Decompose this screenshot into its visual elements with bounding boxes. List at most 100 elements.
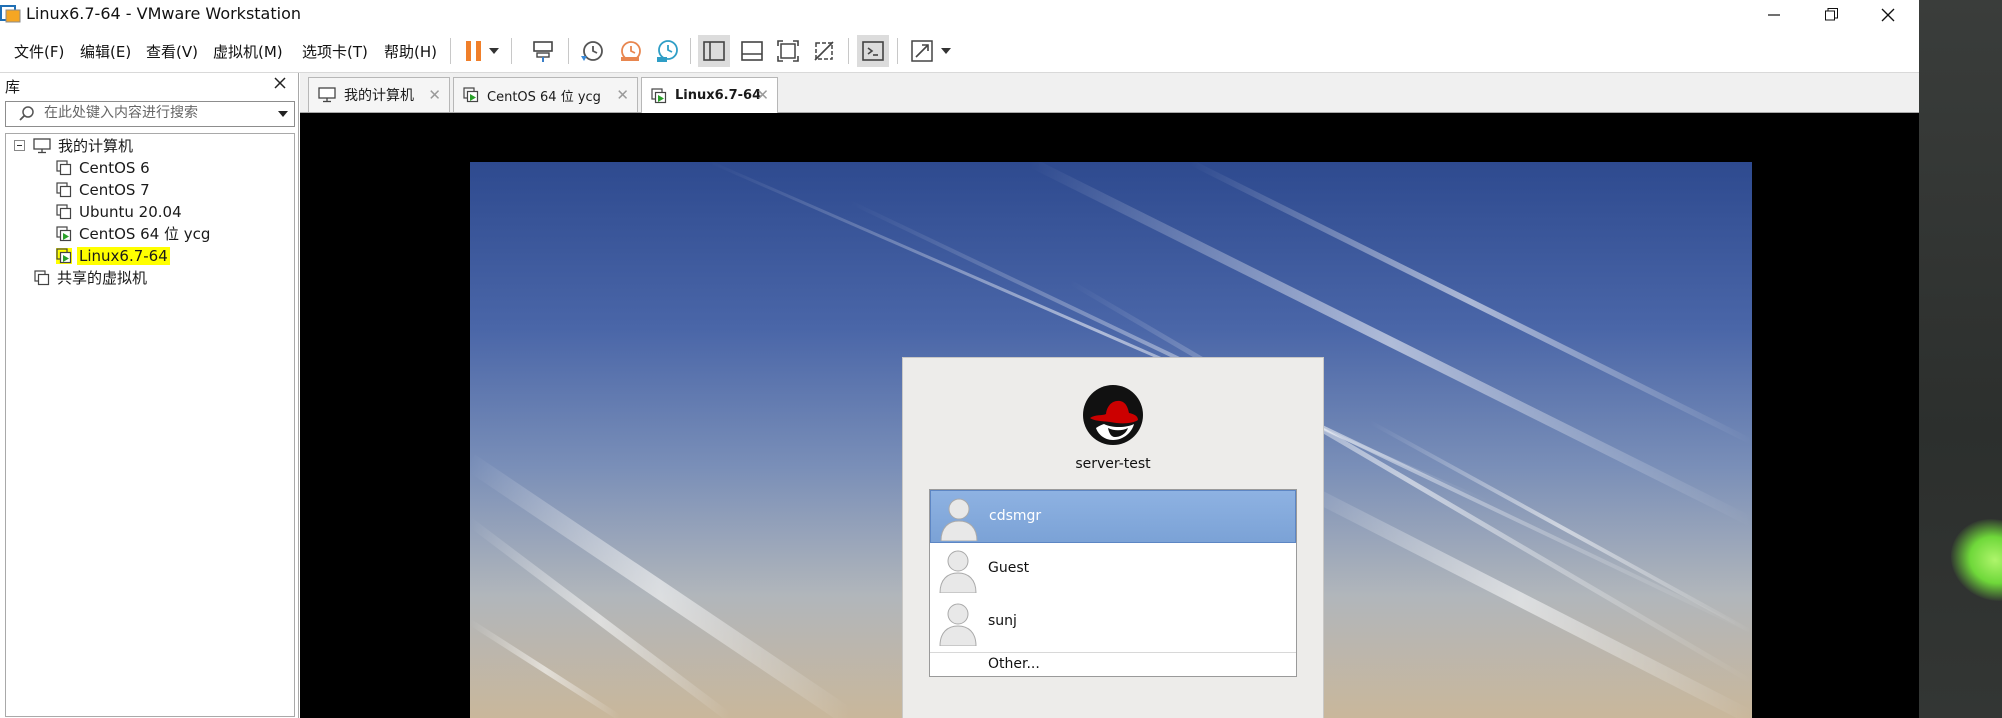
vmware-app-icon xyxy=(0,5,21,23)
minimize-button[interactable] xyxy=(1751,0,1797,29)
console-view-button[interactable] xyxy=(857,35,889,67)
close-icon xyxy=(1881,8,1895,21)
library-search-box xyxy=(5,101,295,127)
tree-item-vm[interactable]: CentOS 6 xyxy=(56,157,152,178)
minimize-icon xyxy=(1768,13,1780,16)
tab-linux67-active[interactable]: Linux6.7-64 ✕ xyxy=(641,77,778,113)
tab-close-button[interactable]: ✕ xyxy=(428,86,441,104)
user-name: sunj xyxy=(988,613,1017,629)
chevron-down-icon xyxy=(941,48,951,54)
tree-item-vm[interactable]: Ubuntu 20.04 xyxy=(56,201,184,222)
menu-tabs[interactable]: 选项卡(T) xyxy=(302,41,368,62)
tree-label: CentOS 6 xyxy=(79,158,150,177)
collapse-toggle-icon[interactable] xyxy=(14,140,25,151)
snapshot-button[interactable] xyxy=(576,35,608,67)
tree-item-vm-running[interactable]: CentOS 64 位 ycg xyxy=(56,223,212,244)
thumbnail-bar-button[interactable] xyxy=(736,35,768,67)
close-button[interactable] xyxy=(1865,0,1911,29)
user-name: cdsmgr xyxy=(989,508,1042,524)
pause-icon xyxy=(466,41,481,61)
login-dialog: server-test cdsmgr Guest sunj Other... xyxy=(902,357,1324,718)
tab-close-button[interactable]: ✕ xyxy=(616,86,629,104)
vmware-window: Linux6.7-64 - VMware Workstation 文件(F) 编… xyxy=(0,0,1919,718)
user-item-selected[interactable]: cdsmgr xyxy=(930,490,1296,543)
tree-node-my-computer[interactable]: 我的计算机 xyxy=(14,135,135,156)
chevron-down-icon[interactable] xyxy=(278,111,288,117)
title-bar: Linux6.7-64 - VMware Workstation xyxy=(0,0,1919,29)
unity-icon xyxy=(814,41,834,61)
chevron-down-icon xyxy=(489,48,499,54)
tab-centos-ycg[interactable]: CentOS 64 位 ycg ✕ xyxy=(453,77,638,112)
tree-label: CentOS 64 位 ycg xyxy=(79,225,211,243)
library-panel: 库 我的计算机 CentOS 6 CentOS 7 xyxy=(0,73,299,718)
tree-label: CentOS 7 xyxy=(79,180,150,199)
full-screen-button[interactable] xyxy=(772,35,804,67)
vm-icon xyxy=(56,203,72,219)
redhat-logo-icon xyxy=(1083,385,1143,445)
tree-node-shared-vms[interactable]: 共享的虚拟机 xyxy=(34,267,149,288)
tree-label: Ubuntu 20.04 xyxy=(79,202,182,221)
library-title: 库 xyxy=(5,78,21,96)
menu-help[interactable]: 帮助(H) xyxy=(384,41,437,62)
hostname-label: server-test xyxy=(1075,456,1151,472)
tree-label: Linux6.7-64 xyxy=(77,246,170,265)
menu-view[interactable]: 查看(V) xyxy=(146,41,198,62)
revert-clock-icon xyxy=(621,41,641,61)
tree-label: 我的计算机 xyxy=(58,137,134,155)
guest-desktop[interactable]: server-test cdsmgr Guest sunj Other... xyxy=(470,162,1752,718)
snapshot-manager-button[interactable] xyxy=(651,35,683,67)
tree-item-vm-selected[interactable]: Linux6.7-64 xyxy=(56,245,170,266)
thumbnail-bar-icon xyxy=(741,41,763,61)
computer-icon xyxy=(33,137,51,153)
tab-my-computer[interactable]: 我的计算机 ✕ xyxy=(308,77,450,112)
desktop-background xyxy=(1919,0,2002,718)
restore-button[interactable] xyxy=(1808,0,1854,29)
revert-snapshot-button[interactable] xyxy=(614,35,646,67)
search-icon xyxy=(19,106,34,121)
user-avatar-icon xyxy=(940,498,978,541)
other-user-item[interactable]: Other... xyxy=(930,652,1296,677)
shared-vm-icon xyxy=(34,269,50,285)
vm-running-icon xyxy=(463,87,479,103)
vm-console[interactable]: server-test cdsmgr Guest sunj Other... xyxy=(300,113,1919,718)
stretch-guest-button[interactable] xyxy=(906,35,938,67)
toolbar-separator xyxy=(568,38,569,64)
toolbar-separator xyxy=(450,38,451,64)
toolbar-separator xyxy=(897,38,898,64)
library-panel-icon xyxy=(703,41,725,61)
send-keys-icon xyxy=(533,41,553,62)
computer-icon xyxy=(318,87,336,103)
library-search-input[interactable] xyxy=(44,104,264,122)
vm-running-icon xyxy=(56,247,72,264)
user-name: Guest xyxy=(988,560,1030,576)
library-header: 库 xyxy=(0,73,298,97)
library-tree: 我的计算机 CentOS 6 CentOS 7 Ubuntu 20.04 Cen… xyxy=(5,133,295,717)
full-screen-icon xyxy=(777,40,799,62)
tree-label: 共享的虚拟机 xyxy=(57,269,148,287)
show-library-button[interactable] xyxy=(698,35,730,67)
user-item[interactable]: Guest xyxy=(930,543,1296,596)
library-close-button[interactable] xyxy=(274,74,286,94)
window-title: Linux6.7-64 - VMware Workstation xyxy=(26,4,302,23)
other-user-label: Other... xyxy=(988,656,1040,672)
toolbar-separator xyxy=(690,38,691,64)
power-dropdown-button[interactable] xyxy=(484,35,504,67)
stretch-dropdown-button[interactable] xyxy=(936,35,956,67)
tab-close-button[interactable]: ✕ xyxy=(756,86,769,104)
unity-button[interactable] xyxy=(808,35,840,67)
toolbar-separator xyxy=(848,38,849,64)
stretch-icon xyxy=(911,40,933,62)
menu-edit[interactable]: 编辑(E) xyxy=(80,41,131,62)
close-icon xyxy=(274,77,286,89)
user-item[interactable]: sunj xyxy=(930,596,1296,649)
menu-file[interactable]: 文件(F) xyxy=(14,41,64,62)
tree-item-vm[interactable]: CentOS 7 xyxy=(56,179,152,200)
menu-bar: 文件(F) 编辑(E) 查看(V) 虚拟机(M) 选项卡(T) 帮助(H) xyxy=(0,29,1919,73)
tab-label: 我的计算机 xyxy=(344,88,414,104)
user-avatar-icon xyxy=(939,550,977,593)
vm-running-icon xyxy=(56,225,72,241)
snapshot-manager-icon xyxy=(657,40,678,62)
toolbar-separator xyxy=(511,38,512,64)
send-ctrl-alt-del-button[interactable] xyxy=(527,35,559,67)
menu-vm[interactable]: 虚拟机(M) xyxy=(213,41,283,62)
